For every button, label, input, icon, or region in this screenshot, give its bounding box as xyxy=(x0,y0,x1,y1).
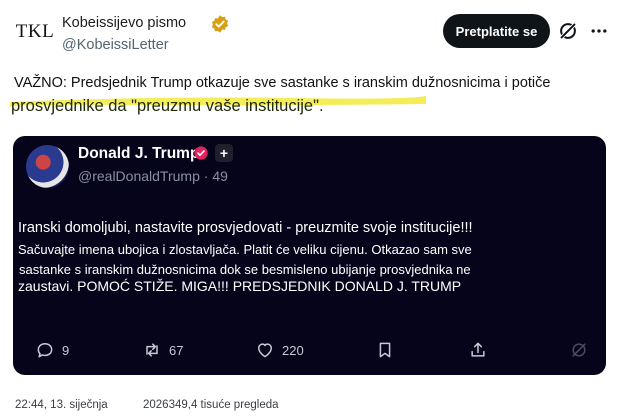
quoted-text-line-1: Iranski domoljubi, nastavite prosvjedova… xyxy=(18,220,473,236)
quoted-avatar[interactable] xyxy=(26,145,69,188)
view-count: 2026349,4 tisuće pregleda xyxy=(143,399,279,411)
quoted-action-bar: 9 67 220 xyxy=(13,336,606,366)
tweet-text-line-2: prosvjednike da "preuzmu vaše institucij… xyxy=(11,97,324,115)
bookmark-icon xyxy=(379,342,391,358)
share-action[interactable] xyxy=(468,340,495,360)
repost-count: 67 xyxy=(169,342,184,358)
repost-icon xyxy=(146,343,158,357)
avatar[interactable]: TKL xyxy=(14,18,56,46)
like-count: 220 xyxy=(282,342,304,358)
post-timestamp[interactable]: 22:44, 13. siječnja xyxy=(15,399,108,411)
quoted-post-card[interactable]: Donald J. Trump + @realDonaldTrump · 49 … xyxy=(13,136,606,375)
quoted-handle[interactable]: @realDonaldTrump · 49 xyxy=(78,168,228,184)
quoted-text-line-4: zaustavi. POMOĆ STIŽE. MIGA!!! PREDSJEDN… xyxy=(18,278,462,294)
bookmark-action[interactable] xyxy=(375,340,402,360)
heart-icon xyxy=(258,343,272,358)
more-options-icon[interactable] xyxy=(588,21,610,41)
grok-action[interactable] xyxy=(569,340,596,360)
subscribe-button[interactable]: Pretplatite se xyxy=(443,14,550,48)
quoted-display-name[interactable]: Donald J. Trump xyxy=(78,145,199,163)
repost-action[interactable]: 67 xyxy=(142,340,183,360)
like-action[interactable]: 220 xyxy=(255,340,304,360)
grok-icon[interactable] xyxy=(557,20,579,42)
quoted-verified-badge-icon xyxy=(194,146,208,160)
plus-icon[interactable]: + xyxy=(215,144,233,162)
quoted-text-line-2: Sačuvajte imena ubojica i zlostavljača. … xyxy=(18,242,472,257)
reply-action[interactable]: 9 xyxy=(35,340,69,360)
share-icon xyxy=(471,342,485,357)
tweet-header: TKL Kobeissijevo pismo @KobeissiLetter P… xyxy=(0,0,623,62)
reply-count: 9 xyxy=(62,342,70,358)
reply-icon xyxy=(37,343,53,358)
tweet-text-line-1: VAŽNO: Predsjednik Trump otkazuje sve sa… xyxy=(14,75,551,91)
grok-small-icon xyxy=(572,343,586,357)
quoted-handle-text: @realDonaldTrump xyxy=(78,168,200,184)
quoted-time: 49 xyxy=(212,168,228,184)
handle[interactable]: @KobeissiLetter xyxy=(62,37,169,53)
display-name[interactable]: Kobeissijevo pismo xyxy=(62,15,186,31)
quoted-text-line-3: sastanke s iranskim dužnosnicima dok se … xyxy=(19,262,471,277)
verified-badge-icon xyxy=(211,15,229,33)
